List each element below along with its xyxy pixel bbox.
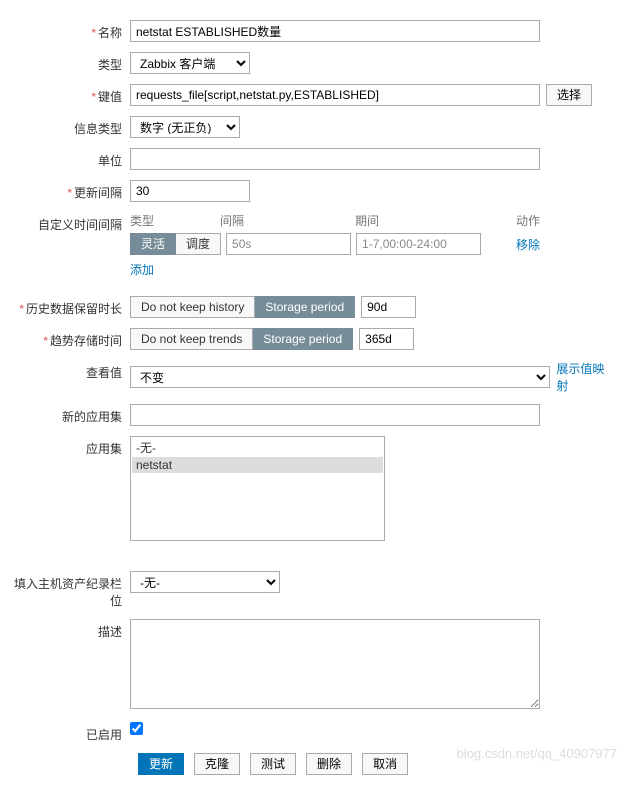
interval-value-input[interactable]	[226, 233, 351, 255]
seg-sched-button[interactable]: 调度	[176, 233, 221, 255]
history-segment[interactable]: Do not keep history Storage period	[130, 296, 355, 318]
inventory-select[interactable]: -无-	[130, 571, 280, 593]
key-input[interactable]	[130, 84, 540, 106]
interval-period-input[interactable]	[356, 233, 481, 255]
description-label: 描述	[10, 619, 130, 640]
list-item[interactable]: -无-	[132, 438, 383, 457]
history-storage-button[interactable]: Storage period	[255, 296, 355, 318]
new-app-label: 新的应用集	[10, 404, 130, 425]
cancel-button[interactable]: 取消	[362, 753, 408, 775]
view-value-label: 查看值	[10, 360, 130, 381]
trends-nokeep-button[interactable]: Do not keep trends	[130, 328, 253, 350]
history-label: *历史数据保留时长	[10, 296, 130, 317]
key-label: *键值	[10, 84, 130, 105]
interval-remove-link[interactable]: 移除	[516, 236, 540, 253]
seg-flex-button[interactable]: 灵活	[130, 233, 176, 255]
interval-hdr-interval: 间隔	[220, 212, 355, 229]
update-interval-input[interactable]	[130, 180, 250, 202]
type-select[interactable]: Zabbix 客户端	[130, 52, 250, 74]
app-set-label: 应用集	[10, 436, 130, 457]
inventory-label: 填入主机资产纪录栏位	[10, 571, 130, 609]
trends-label: *趋势存储时间	[10, 328, 130, 349]
history-nokeep-button[interactable]: Do not keep history	[130, 296, 255, 318]
new-app-input[interactable]	[130, 404, 540, 426]
update-interval-label: *更新间隔	[10, 180, 130, 201]
interval-hdr-period: 期间	[355, 212, 490, 229]
name-label: *名称	[10, 20, 130, 41]
history-value-input[interactable]	[361, 296, 416, 318]
unit-input[interactable]	[130, 148, 540, 170]
show-value-map-link[interactable]: 展示值映射	[556, 360, 615, 394]
interval-add-link[interactable]: 添加	[130, 263, 154, 277]
trends-value-input[interactable]	[359, 328, 414, 350]
update-button[interactable]: 更新	[138, 753, 184, 775]
interval-type-segment[interactable]: 灵活 调度	[130, 233, 221, 255]
interval-hdr-action: 动作	[490, 212, 540, 229]
name-input[interactable]	[130, 20, 540, 42]
clone-button[interactable]: 克隆	[194, 753, 240, 775]
select-key-button[interactable]: 选择	[546, 84, 592, 106]
type-label: 类型	[10, 52, 130, 73]
trends-storage-button[interactable]: Storage period	[253, 328, 353, 350]
app-set-listbox[interactable]: -无- netstat	[130, 436, 385, 541]
enabled-label: 已启用	[10, 722, 130, 743]
test-button[interactable]: 测试	[250, 753, 296, 775]
info-type-label: 信息类型	[10, 116, 130, 137]
view-value-select[interactable]: 不变	[130, 366, 550, 388]
enabled-checkbox[interactable]	[130, 722, 143, 735]
info-type-select[interactable]: 数字 (无正负)	[130, 116, 240, 138]
unit-label: 单位	[10, 148, 130, 169]
delete-button[interactable]: 删除	[306, 753, 352, 775]
list-item[interactable]: netstat	[132, 457, 383, 473]
custom-interval-label: 自定义时间间隔	[10, 212, 130, 233]
interval-hdr-type: 类型	[130, 212, 220, 229]
trends-segment[interactable]: Do not keep trends Storage period	[130, 328, 353, 350]
description-textarea[interactable]	[130, 619, 540, 709]
